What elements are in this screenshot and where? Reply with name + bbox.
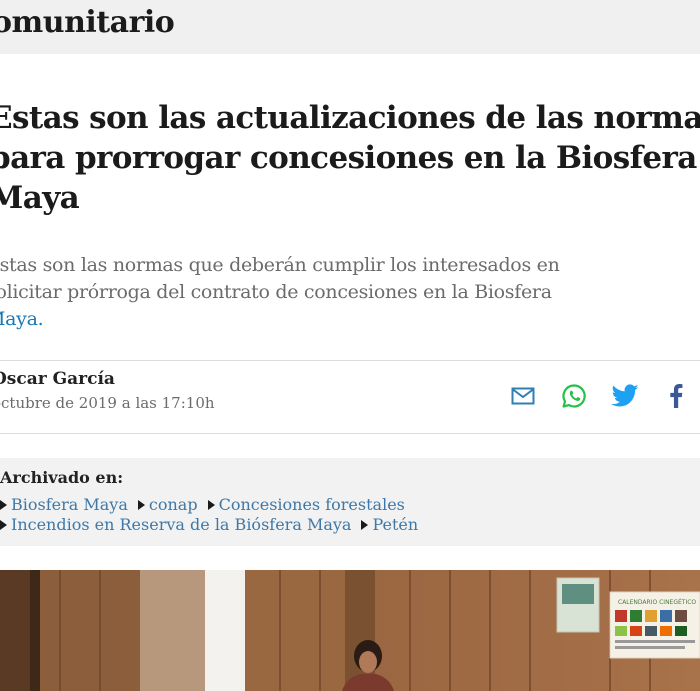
tag-link[interactable]: conap (137, 495, 198, 514)
tag-link[interactable]: Petén (361, 515, 418, 534)
deck-line: Estas son las normas que deberán cumplir… (0, 254, 560, 276)
tag-link[interactable]: Biosfera Maya (0, 495, 128, 514)
archive-tags-box: Archivado en: Biosfera Maya conap Conces… (0, 458, 700, 546)
bullet-triangle-icon (137, 499, 145, 510)
author-name[interactable]: Oscar García (0, 369, 115, 389)
twitter-share-button[interactable] (608, 380, 642, 412)
tag-link[interactable]: Incendios en Reserva de la Biósfera Maya (0, 515, 351, 534)
article-deck: Estas son las normas que deberán cumplir… (0, 252, 560, 333)
email-icon (511, 387, 535, 405)
bullet-triangle-icon (0, 519, 7, 530)
divider (0, 360, 700, 361)
headline-line: Maya (0, 180, 80, 216)
section-header: omunitario (0, 0, 700, 54)
divider (0, 433, 700, 434)
bullet-triangle-icon (0, 499, 7, 510)
archive-label: Archivado en: (0, 468, 124, 487)
whatsapp-share-button[interactable] (558, 380, 590, 412)
tag-link[interactable]: Concesiones forestales (207, 495, 405, 514)
poster-title: CALENDARIO CINEGÉTICO (618, 598, 696, 606)
deck-line: Maya. (0, 308, 44, 330)
tag-label: Petén (372, 515, 419, 534)
tag-list: Biosfera Maya conap Concesiones forestal… (0, 495, 405, 514)
section-title[interactable]: omunitario (0, 5, 175, 40)
facebook-share-button[interactable] (664, 380, 688, 412)
headline-line: Estas son las actualizaciones de las nor… (0, 100, 700, 136)
facebook-icon (670, 384, 683, 408)
headline-line: para prorrogar concesiones en la Biosfer… (0, 140, 697, 176)
tag-label: Concesiones forestales (218, 495, 405, 514)
deck-line: solicitar prórroga del contrato de conce… (0, 281, 552, 303)
tag-list: Incendios en Reserva de la Biósfera Maya… (0, 515, 418, 534)
bullet-triangle-icon (361, 519, 369, 530)
article-headline: Estas son las actualizaciones de las nor… (0, 98, 700, 218)
bullet-triangle-icon (207, 499, 215, 510)
tag-label: conap (148, 495, 198, 514)
tag-label: Biosfera Maya (11, 495, 128, 514)
publish-date: octubre de 2019 a las 17:10h (0, 394, 215, 412)
twitter-icon (611, 384, 639, 407)
photo-illustration: CALENDARIO CINEGÉTICO (0, 570, 700, 691)
tag-label: Incendios en Reserva de la Biósfera Maya (11, 515, 352, 534)
article-photo: CALENDARIO CINEGÉTICO (0, 570, 700, 691)
email-share-button[interactable] (508, 380, 538, 412)
whatsapp-icon (562, 384, 586, 408)
